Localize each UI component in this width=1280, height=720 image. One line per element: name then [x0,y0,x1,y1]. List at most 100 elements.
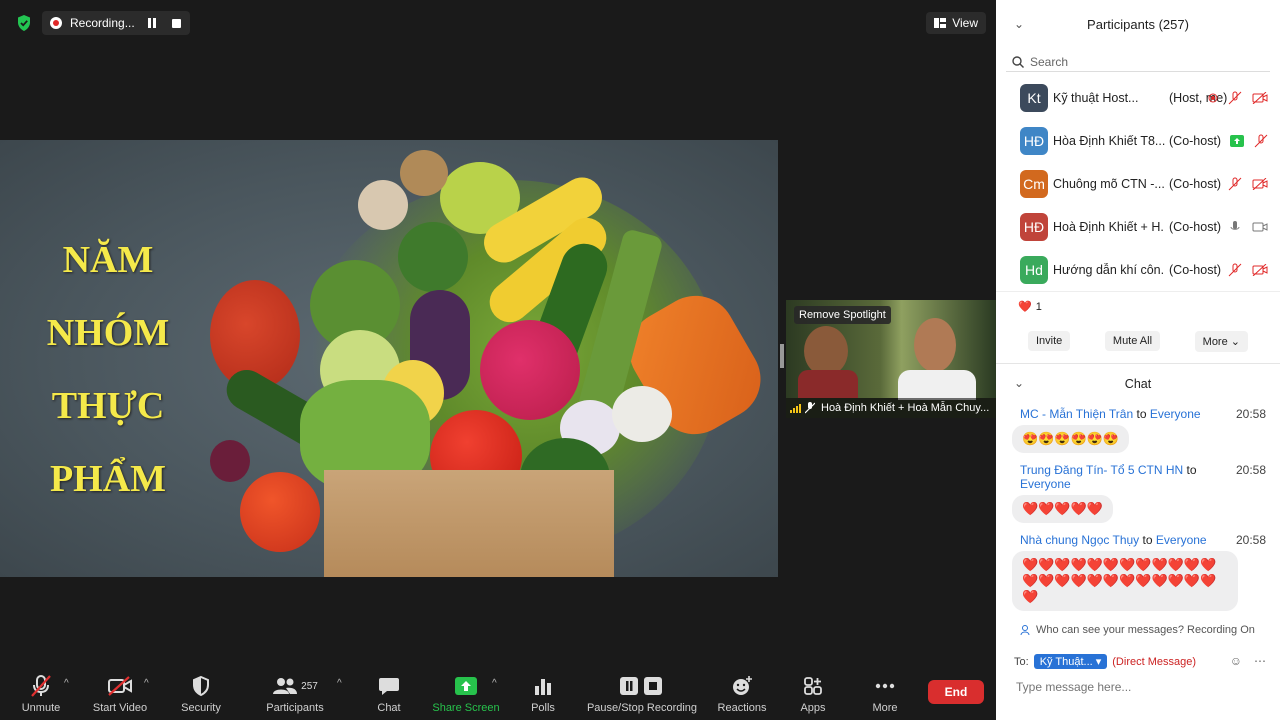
video-thumbnail[interactable]: Remove Spotlight Hoà Định Khiết + Hoà Mẫ… [786,300,996,418]
unmute-label: Unmute [21,702,61,714]
chat-button[interactable]: Chat [370,674,408,714]
remove-spotlight-button[interactable]: Remove Spotlight [794,306,891,324]
participant-status-icons [1228,220,1268,234]
video-participant-name: Hoà Định Khiết + Hoà Mẫn Chuy... [821,402,990,414]
participant-body-2 [898,370,976,400]
encryption-shield-icon[interactable] [14,13,34,33]
muted-mic-icon [1228,91,1242,104]
invite-button[interactable]: Invite [1028,331,1071,351]
chat-messages: MC - Mẫn Thiện Trân to Everyone 20:58 😍😍… [996,403,1280,621]
view-button[interactable]: View [926,12,986,34]
recipient-row: To: Kỹ Thuật... ▾ (Direct Message) [1014,654,1196,669]
share-options-chevron-icon[interactable]: ^ [492,678,497,689]
chat-title: Chat [1124,376,1152,391]
participant-role: (Co-host) [1169,262,1222,277]
reactions-button[interactable]: Reactions [716,674,768,714]
muted-mic-icon [1254,134,1268,147]
meeting-area: Recording... View NĂM NHÓM THỰC PHẨM Rem… [0,0,996,720]
message-recipient[interactable]: Everyone [1020,477,1071,491]
message-sender[interactable]: Nhà chung Ngọc Thụy [1020,533,1139,547]
reactions-label: Reactions [717,702,767,714]
signal-icon [790,404,801,413]
security-button[interactable]: Security [178,674,224,714]
message-sender[interactable]: Trung Đăng Tín- Tổ 5 CTN HN [1020,463,1183,477]
message-header: Nhà chung Ngọc Thụy to Everyone [1020,533,1266,547]
share-screen-label: Share Screen [432,702,500,714]
chat-tools: ☺ ⋯ [1230,654,1266,668]
participant-name: Hoà Định Khiết + H... [1053,219,1165,234]
reactions-smile-icon [731,674,753,698]
muted-mic-icon [1228,263,1242,276]
emoji-icon[interactable]: ☺ [1230,654,1242,668]
message-header: Trung Đăng Tín- Tổ 5 CTN HN to Everyone [1020,463,1266,491]
resize-handle[interactable] [780,344,784,368]
unmute-button[interactable]: Unmute [20,674,62,714]
stop-recording-icon[interactable] [172,18,181,28]
tomato-image [240,472,320,552]
participant-name: Chuông mõ CTN -... [1053,176,1165,191]
chat-message: Trung Đăng Tín- Tổ 5 CTN HN to Everyone … [996,463,1280,533]
video-name-bar: Hoà Định Khiết + Hoà Mẫn Chuy... [786,398,996,418]
recipient-select[interactable]: Kỹ Thuật... ▾ [1033,654,1108,669]
muted-microphone-icon [30,674,52,698]
apps-button[interactable]: Apps [796,674,830,714]
participants-button[interactable]: 257 Participants [262,674,328,714]
message-recipient[interactable]: Everyone [1150,407,1201,421]
audio-options-chevron-icon[interactable]: ^ [64,678,69,689]
collapse-participants-chevron-icon[interactable]: ⌄ [1014,17,1024,31]
participants-options-chevron-icon[interactable]: ^ [337,678,342,689]
message-time: 20:58 [1235,533,1266,547]
more-button[interactable]: More [868,674,902,714]
avatar: Kt [1020,83,1048,112]
direct-message-label: (Direct Message) [1112,655,1197,668]
mute-all-button[interactable]: Mute All [1104,331,1161,351]
sharing-screen-icon [1230,134,1244,147]
apps-label: Apps [800,702,826,714]
participant-row[interactable]: Cm Chuông mõ CTN -... (Co-host) [996,162,1280,205]
message-recipient[interactable]: Everyone [1156,533,1207,547]
message-to-word: to [1136,407,1147,421]
chat-message-input[interactable] [1016,680,1256,694]
message-bubble: ❤️❤️❤️❤️❤️❤️❤️❤️❤️❤️❤️❤️❤️❤️❤️❤️❤️❤️❤️❤️… [1012,551,1238,611]
chevron-down-icon: ⌄ [1227,335,1240,348]
meeting-toolbar: Unmute ^ Start Video ^ Security 257 Part… [0,668,996,720]
start-video-button[interactable]: Start Video [90,674,150,714]
collapse-chat-chevron-icon[interactable]: ⌄ [1014,376,1024,390]
view-grid-icon [934,18,947,28]
participant-row[interactable]: Kt Kỹ thuật Host... (Host, me) [996,76,1280,119]
participant-row[interactable]: HĐ Hoà Định Khiết + H... (Co-host) [996,205,1280,248]
who-can-see-link[interactable]: Who can see your messages? Recording On [1020,624,1255,636]
end-meeting-button[interactable]: End [928,680,984,704]
participants-label: Participants [266,702,324,714]
more-options-button[interactable]: More ⌄ [1194,330,1248,352]
pause-stop-recording-button[interactable]: Pause/Stop Recording [586,674,698,714]
side-panel: ⌄ Participants (257) Search Kt Kỹ thuật … [996,0,1280,720]
more-label: More [872,702,898,714]
participant-row[interactable]: HĐ Hòa Định Khiết T8... (Co-host) [996,119,1280,162]
search-icon [1012,55,1024,68]
participant-actions: Invite Mute All More ⌄ [996,321,1280,361]
reaction-summary: ❤️ 1 [996,291,1280,321]
polls-button[interactable]: Polls [526,674,560,714]
slide-title-line: THỰC [51,385,165,427]
start-video-label: Start Video [92,702,148,714]
recording-dot-icon [50,17,62,29]
pause-recording-icon[interactable] [148,18,158,28]
security-shield-icon [191,674,211,698]
participant-status-icons [1228,263,1268,277]
share-screen-icon [455,674,477,698]
participant-search[interactable]: Search [1006,52,1270,72]
message-bubble: 😍😍😍😍😍😍 [1012,425,1130,453]
broccoli-image [398,222,468,292]
message-to-word: to [1186,463,1197,477]
video-options-chevron-icon[interactable]: ^ [144,678,149,689]
message-sender[interactable]: MC - Mẫn Thiện Trân [1020,407,1133,421]
more-dots-icon[interactable]: ⋯ [1254,654,1266,668]
search-placeholder: Search [1030,54,1069,69]
chat-bubble-icon [378,674,400,698]
message-time: 20:58 [1235,463,1266,477]
recording-label: Recording... [70,16,135,30]
participant-body [798,370,858,398]
participant-row[interactable]: Hd Hướng dẫn khí côn... (Co-host) [996,248,1280,291]
chat-label: Chat [377,702,401,714]
